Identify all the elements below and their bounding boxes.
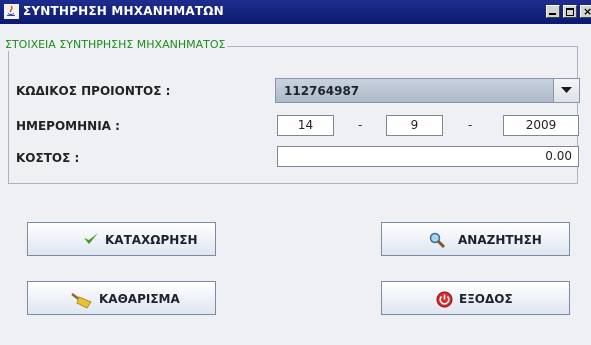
register-label: ΚΑΤΑΧΩΡΗΣΗ: [105, 233, 198, 247]
close-icon: ×: [583, 5, 591, 18]
date-year-field[interactable]: 2009: [503, 115, 579, 136]
date-month-field[interactable]: 9: [386, 115, 443, 136]
cost-label: ΚΟΣΤΟΣ :: [16, 151, 80, 165]
maximize-button[interactable]: [563, 5, 577, 18]
group-legend: ΣΤΟΙΧΕΙΑ ΣΥΝΤΗΡΗΣΗΣ ΜΗΧΑΝΗΜΑΤΟΣ: [5, 38, 228, 51]
date-separator-1: -: [358, 118, 363, 132]
close-button[interactable]: ×: [580, 5, 591, 18]
clear-button[interactable]: ΚΑΘΑΡΙΣΜΑ: [27, 281, 216, 315]
magnifier-icon: [429, 232, 446, 248]
register-button[interactable]: ΚΑΤΑΧΩΡΗΣΗ: [27, 222, 216, 256]
product-code-value: 112764987: [284, 84, 360, 98]
dropdown-button[interactable]: [553, 79, 579, 102]
java-app-icon: [4, 4, 19, 19]
search-label: ΑΝΑΖΗΤΗΣΗ: [458, 233, 542, 247]
maintenance-window: ΣΥΝΤΗΡΗΣΗ ΜΗΧΑΝΗΜΑΤΩΝ × ΣΤΟΙΧΕΙΑ ΣΥΝΤΗΡΗ…: [0, 0, 591, 345]
broom-icon: [71, 293, 92, 309]
cost-field[interactable]: 0.00: [277, 146, 579, 167]
date-label: ΗΜΕΡΟΜΗΝΙΑ :: [16, 119, 120, 133]
clear-label: ΚΑΘΑΡΙΣΜΑ: [99, 292, 180, 306]
exit-button[interactable]: ΕΞΟΔΟΣ: [381, 281, 570, 315]
date-separator-2: -: [468, 118, 473, 132]
window-title: ΣΥΝΤΗΡΗΣΗ ΜΗΧΑΝΗΜΑΤΩΝ: [23, 4, 224, 18]
exit-label: ΕΞΟΔΟΣ: [459, 292, 513, 306]
date-day-field[interactable]: 14: [277, 115, 334, 136]
checkmark-icon: [84, 233, 98, 244]
exit-icon: [436, 291, 453, 308]
minimize-button[interactable]: [546, 5, 560, 18]
chevron-down-icon: [561, 87, 572, 93]
product-code-label: ΚΩΔΙΚΟΣ ΠΡΟΙΟΝΤΟΣ :: [16, 84, 171, 98]
product-code-select[interactable]: 112764987: [275, 78, 580, 103]
title-bar[interactable]: ΣΥΝΤΗΡΗΣΗ ΜΗΧΑΝΗΜΑΤΩΝ ×: [0, 0, 591, 24]
minimize-icon: [549, 13, 556, 15]
search-button[interactable]: ΑΝΑΖΗΤΗΣΗ: [381, 222, 570, 256]
maximize-icon: [566, 8, 574, 16]
